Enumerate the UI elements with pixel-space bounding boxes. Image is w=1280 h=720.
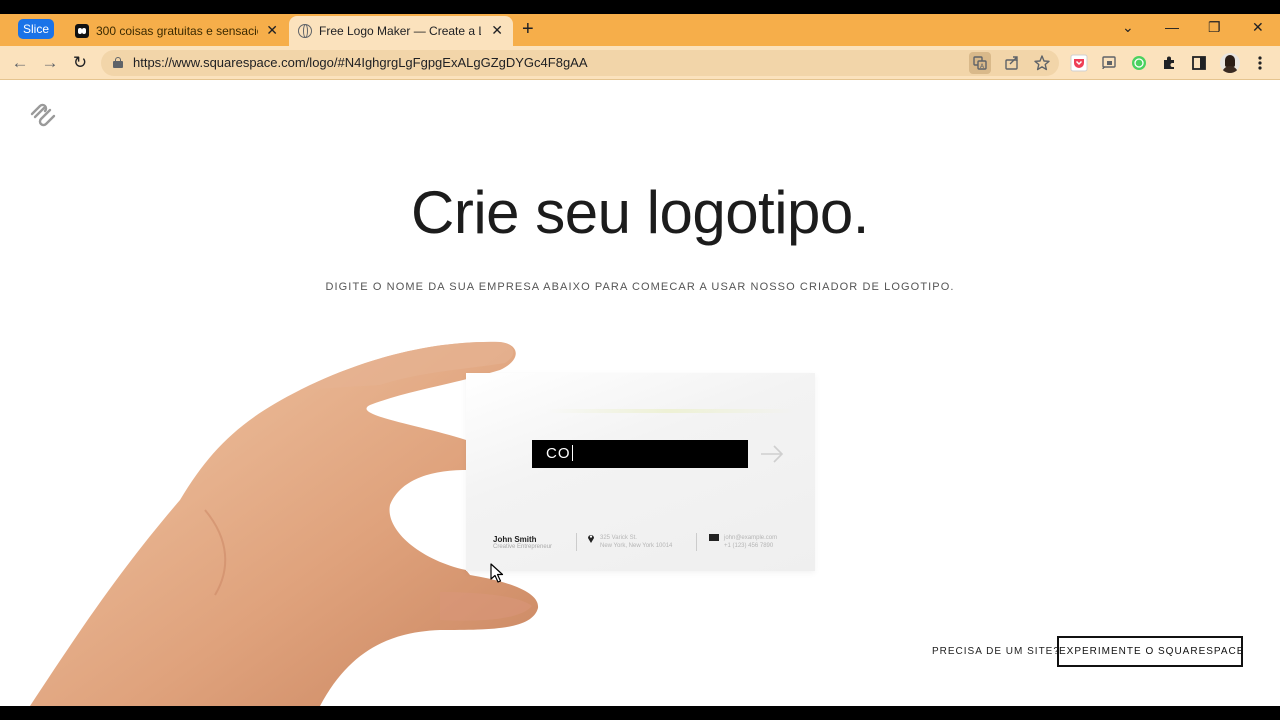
url-text[interactable]: https://www.squarespace.com/logo/#N4Ighg… [133, 55, 588, 70]
cast-icon[interactable] [1098, 52, 1120, 74]
mouse-pointer-icon [490, 563, 504, 583]
location-pin-icon [588, 535, 594, 543]
star-icon[interactable] [1031, 52, 1053, 74]
translate-icon[interactable]: A [969, 52, 991, 74]
close-window-button[interactable]: ✕ [1252, 19, 1264, 36]
lock-icon[interactable] [113, 57, 123, 68]
new-tab-button[interactable]: + [522, 19, 534, 39]
tab-title: 300 coisas gratuitas e sensacionais [96, 24, 258, 38]
share-icon[interactable] [1001, 52, 1023, 74]
card-divider [696, 533, 697, 551]
arrow-right-icon[interactable] [758, 441, 786, 467]
text-caret [571, 445, 573, 461]
minimize-button[interactable]: — [1165, 19, 1179, 35]
card-address-line1: 325 Varick St. [600, 535, 637, 541]
card-name: John Smith [493, 535, 537, 544]
browser-toolbar: ← → ↻ https://www.squarespace.com/logo/#… [0, 46, 1280, 80]
page-subtitle: DIGITE O NOME DA SUA EMPRESA ABAIXO PARA… [325, 281, 955, 293]
screenshot-frame: Slice 300 coisas gratuitas e sensacionai… [0, 0, 1280, 720]
tab-favicon-icon [75, 24, 89, 38]
card-highlight [546, 409, 796, 413]
business-card: CO John Smith Creative Entrepreneur 325 … [466, 373, 815, 571]
card-address-line2: New York, New York 10014 [600, 543, 673, 549]
page-content: Crie seu logotipo. DIGITE O NOME DA SUA … [0, 80, 1280, 706]
browser-tab-strip: Slice 300 coisas gratuitas e sensacionai… [0, 14, 1280, 46]
globe-icon [298, 24, 312, 38]
pocket-extension-icon[interactable] [1068, 52, 1090, 74]
puzzle-extensions-icon[interactable] [1158, 52, 1180, 74]
card-role: Creative Entrepreneur [493, 544, 553, 550]
whatsapp-extension-icon[interactable] [1128, 52, 1150, 74]
back-button[interactable]: ← [9, 52, 31, 74]
top-letterbox [0, 0, 1280, 14]
reload-button[interactable]: ↻ [69, 52, 91, 74]
business-name-value: CO [546, 445, 571, 462]
card-divider [576, 533, 577, 551]
tab-logo-maker[interactable]: Free Logo Maker — Create a Logo ✕ [289, 16, 513, 46]
card-email: john@example.com [724, 535, 778, 541]
tab-search-chevron-icon[interactable]: ⌄ [1122, 19, 1134, 36]
side-panel-icon[interactable] [1188, 52, 1210, 74]
squarespace-logo-icon[interactable] [28, 102, 58, 128]
page-title: Crie seu logotipo. [411, 179, 869, 246]
restore-button[interactable]: ❐ [1208, 19, 1221, 36]
need-site-text: PRECISA DE UM SITE? [932, 646, 1060, 657]
tab-close-icon[interactable]: ✕ [266, 22, 278, 38]
bottom-letterbox [0, 706, 1280, 720]
forward-button[interactable]: → [39, 52, 61, 74]
address-bar[interactable]: https://www.squarespace.com/logo/#N4Ighg… [101, 50, 1059, 76]
profile-avatar[interactable] [1220, 53, 1240, 73]
mail-icon [709, 534, 719, 541]
card-phone: +1 (123) 456 7890 [724, 543, 774, 549]
tab-group-chip[interactable]: Slice [18, 19, 54, 39]
try-squarespace-button[interactable]: EXPERIMENTE O SQUARESPACE [1057, 636, 1243, 667]
tab-close-icon[interactable]: ✕ [491, 22, 503, 38]
tab-title: Free Logo Maker — Create a Logo [319, 24, 481, 38]
kebab-menu-icon[interactable] [1249, 52, 1271, 74]
tab-300-coisas[interactable]: 300 coisas gratuitas e sensacionais ✕ [66, 16, 288, 46]
business-name-input[interactable]: CO [532, 440, 748, 468]
